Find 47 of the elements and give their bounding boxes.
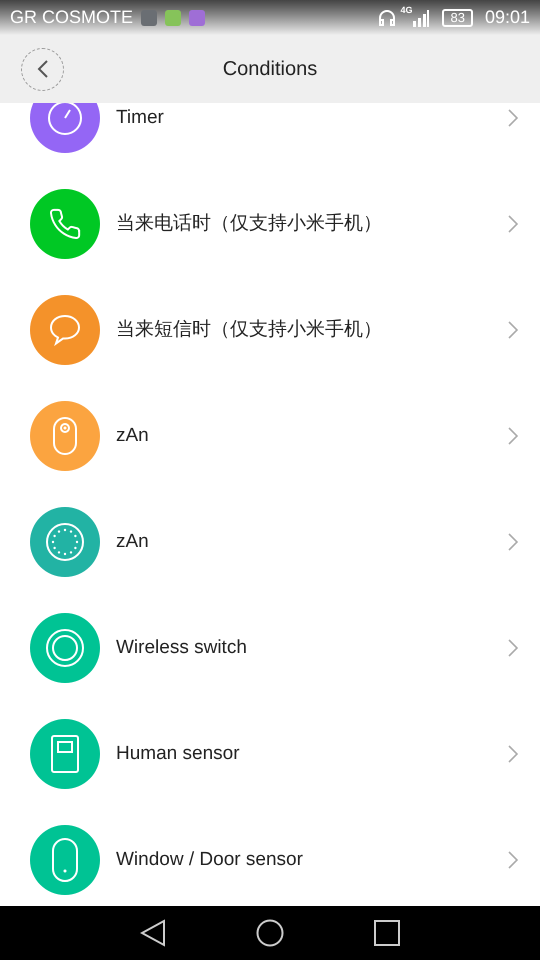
condition-row[interactable]: Timer bbox=[0, 103, 540, 171]
chevron-right-icon bbox=[508, 427, 518, 445]
condition-row[interactable]: 当来短信时（仅支持小米手机） bbox=[0, 277, 540, 383]
chevron-right-icon bbox=[508, 745, 518, 763]
chevron-right-icon bbox=[508, 215, 518, 233]
chevron-right-icon bbox=[508, 851, 518, 869]
chevron-right-icon bbox=[508, 639, 518, 657]
condition-label: zAn bbox=[116, 424, 150, 448]
clock-icon bbox=[47, 103, 83, 136]
recents-nav-button[interactable] bbox=[374, 920, 400, 946]
condition-label: 当来电话时（仅支持小米手机） bbox=[116, 212, 383, 236]
page-title: Conditions bbox=[222, 57, 318, 82]
condition-label: 当来短信时（仅支持小米手机） bbox=[116, 318, 383, 342]
condition-row[interactable]: 当来电话时（仅支持小米手机） bbox=[0, 171, 540, 277]
condition-label: Wireless switch bbox=[116, 636, 248, 660]
dotted-ring-icon bbox=[45, 522, 85, 562]
condition-label: Timer bbox=[116, 106, 165, 130]
condition-label: Human sensor bbox=[116, 742, 241, 766]
clock-time: 09:01 bbox=[484, 6, 530, 29]
phone-icon bbox=[48, 207, 82, 241]
condition-row[interactable]: Wireless switch bbox=[0, 595, 540, 701]
ring-button-icon bbox=[45, 628, 85, 668]
back-button[interactable] bbox=[21, 48, 64, 90]
battery-level: 83 bbox=[442, 8, 473, 26]
condition-row[interactable]: zAn bbox=[0, 383, 540, 489]
chevron-right-icon bbox=[508, 321, 518, 339]
condition-row[interactable]: zAn bbox=[0, 489, 540, 595]
condition-label: zAn bbox=[116, 530, 150, 554]
headphones-icon bbox=[378, 8, 396, 26]
back-chevron-icon bbox=[36, 59, 48, 79]
carrier-name: GR COSMOTE bbox=[10, 6, 134, 29]
home-nav-button[interactable] bbox=[256, 919, 284, 947]
sensor-icon bbox=[50, 735, 80, 773]
chevron-right-icon bbox=[508, 109, 518, 127]
condition-label: Window / Door sensor bbox=[116, 848, 304, 872]
camera-icon bbox=[52, 417, 78, 455]
condition-row[interactable]: Human sensor bbox=[0, 701, 540, 807]
signal-icon bbox=[412, 8, 430, 26]
chevron-right-icon bbox=[508, 533, 518, 551]
back-nav-button[interactable] bbox=[140, 919, 166, 947]
notification-icon bbox=[141, 10, 158, 26]
chat-bubble-icon bbox=[48, 313, 82, 347]
notification-icon bbox=[189, 10, 206, 26]
door-sensor-icon bbox=[51, 838, 79, 882]
network-type: 4G bbox=[400, 4, 412, 17]
condition-row[interactable]: Window / Door sensor bbox=[0, 807, 540, 906]
notification-icon bbox=[165, 10, 182, 26]
